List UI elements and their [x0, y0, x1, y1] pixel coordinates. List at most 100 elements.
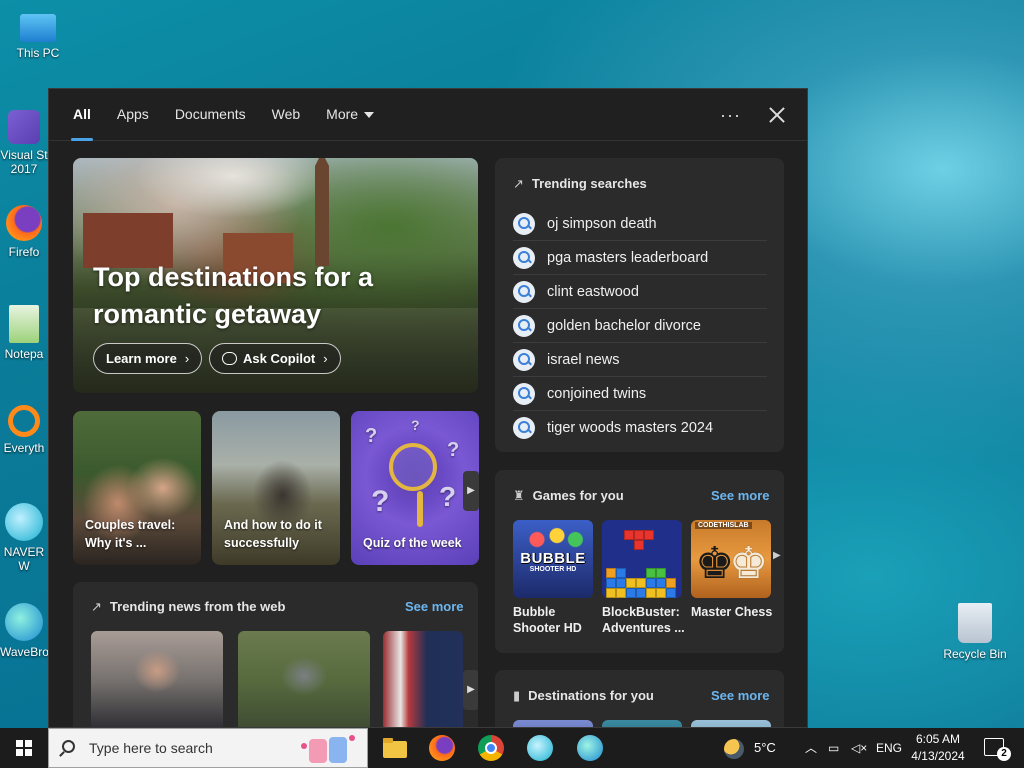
search-icon [513, 315, 535, 337]
trending-search-label: israel news [547, 352, 620, 368]
game-name[interactable]: Master Chess [691, 604, 775, 620]
desktop-icon-everything[interactable]: Everyth [0, 405, 48, 455]
news-thumbnail[interactable] [383, 631, 463, 727]
chrome-icon[interactable] [478, 735, 504, 761]
tab-documents[interactable]: Documents [175, 89, 246, 141]
start-button[interactable] [0, 728, 48, 768]
destinations-see-more[interactable]: See more [711, 688, 770, 703]
game-block [634, 540, 644, 550]
trending-search-label: conjoined twins [547, 386, 647, 402]
volume-muted-icon[interactable]: ◁× [851, 728, 867, 768]
desktop-icon-recycle-bin[interactable]: Recycle Bin [937, 603, 1013, 661]
trending-search-item[interactable]: tiger woods masters 2024 [513, 411, 767, 445]
game-block [616, 578, 626, 588]
game-block [634, 530, 644, 540]
game-name[interactable]: BlockBuster: Adventures ... [602, 604, 686, 636]
desktop-icon-naver-whale[interactable]: NAVER W [0, 503, 48, 573]
game-block [606, 568, 616, 578]
desktop-icon-notepad[interactable]: Notepa [0, 305, 48, 361]
trending-news-title: Trending news from the web [109, 599, 286, 614]
game-block [646, 578, 656, 588]
chat-bubble-icon [222, 352, 237, 365]
game-thumbnail-master-chess[interactable]: CODETHISLAB ♚ ♚ [691, 520, 771, 598]
game-block [636, 588, 646, 598]
story-card-couples-travel[interactable]: Couples travel: Why it's ... [73, 411, 201, 565]
game-block [624, 530, 634, 540]
news-thumbnail[interactable] [238, 631, 370, 727]
trending-searches-header: ↗ Trending searches [513, 176, 647, 192]
show-hidden-icons-icon[interactable]: ︿ [805, 728, 817, 768]
search-icon [513, 383, 535, 405]
trending-search-item[interactable]: pga masters leaderboard [513, 241, 767, 275]
destination-thumbnail[interactable] [602, 720, 682, 727]
hero-card[interactable]: Top destinations for a romantic getaway … [73, 158, 478, 393]
game-name[interactable]: Bubble Shooter HD [513, 604, 597, 636]
question-mark-icon: ? [447, 439, 460, 461]
games-see-more[interactable]: See more [711, 488, 770, 503]
trending-search-item[interactable]: golden bachelor divorce [513, 309, 767, 343]
tab-all[interactable]: All [71, 89, 93, 141]
game-publisher-tag: CODETHISLAB [695, 522, 752, 529]
wavebrowser-icon[interactable] [577, 735, 603, 761]
game-block [656, 578, 666, 588]
desktop-icon-wavebrowser[interactable]: WaveBro [0, 603, 48, 659]
taskbar-search-placeholder: Type here to search [89, 740, 213, 756]
news-thumbnail[interactable] [91, 631, 223, 727]
close-icon[interactable] [769, 107, 785, 123]
language-indicator[interactable]: ENG [876, 728, 902, 768]
games-header: ♜ Games for you [513, 488, 624, 504]
search-icon [513, 213, 535, 235]
desktop-icon-visual-studio[interactable]: Visual St 2017 [0, 110, 48, 176]
network-icon[interactable]: ▭ [828, 728, 839, 768]
trending-search-item[interactable]: oj simpson death [513, 207, 767, 241]
game-thumbnail-bubble-shooter[interactable]: BUBBLE SHOOTER HD [513, 520, 593, 598]
destinations-header: ▮ Destinations for you [513, 688, 654, 704]
trending-search-item[interactable]: israel news [513, 343, 767, 377]
notification-center-icon[interactable]: 2 [984, 738, 1011, 761]
chevron-right-icon[interactable]: ▶ [463, 670, 478, 710]
tab-more[interactable]: More [326, 89, 375, 141]
desktop-icon-label: Firefo [8, 245, 40, 259]
story-card-how-to[interactable]: And how to do it successfully [212, 411, 340, 565]
chevron-right-icon[interactable]: ▶ [773, 550, 781, 561]
trending-search-label: clint eastwood [547, 284, 639, 300]
destination-thumbnail[interactable] [513, 720, 593, 727]
taskbar-search-box[interactable]: Type here to search [48, 728, 368, 768]
clock[interactable]: 6:05 AM 4/13/2024 [900, 731, 976, 765]
trending-search-item[interactable]: clint eastwood [513, 275, 767, 309]
game-thumbnail-blockbuster[interactable] [602, 520, 682, 598]
chess-piece-icon: ♜ [513, 488, 525, 503]
ask-copilot-label: Ask Copilot [243, 351, 316, 366]
destination-thumbnail[interactable] [691, 720, 771, 727]
games-section: ♜ Games for you See more BUBBLE SHOOTER H… [495, 470, 784, 653]
desktop-icon-this-pc[interactable]: This PC [0, 10, 76, 60]
firefox-icon[interactable] [429, 735, 455, 761]
ask-copilot-button[interactable]: Ask Copilot › [209, 343, 341, 374]
clock-time: 6:05 AM [915, 732, 961, 746]
games-title: Games for you [532, 488, 624, 503]
weather-widget[interactable]: 5°C [724, 728, 776, 768]
desktop-icon-firefox[interactable]: Firefo [0, 205, 48, 259]
file-explorer-icon[interactable] [380, 733, 410, 763]
naver-whale-icon[interactable] [527, 735, 553, 761]
destinations-title: Destinations for you [528, 688, 654, 703]
notification-count: 2 [997, 747, 1011, 761]
tab-more-label: More [326, 105, 359, 122]
game-block [626, 578, 636, 588]
question-mark-icon: ? [411, 417, 420, 433]
trending-news-see-more[interactable]: See more [405, 599, 464, 614]
hero-title: Top destinations for a romantic getaway [93, 262, 374, 329]
game-block [646, 588, 656, 598]
trending-icon: ↗ [513, 176, 524, 191]
chevron-right-icon: › [323, 351, 328, 366]
chevron-right-icon[interactable]: ▶ [463, 471, 479, 511]
notepad-icon [9, 305, 39, 343]
trending-search-item[interactable]: conjoined twins [513, 377, 767, 411]
trending-news-header: ↗ Trending news from the web [91, 599, 285, 615]
story-card-quiz[interactable]: ? ? ? ? ? Quiz of the week [351, 411, 479, 565]
more-options-icon[interactable]: ··· [720, 105, 741, 126]
story-card-caption: And how to do it successfully [224, 518, 322, 550]
learn-more-button[interactable]: Learn more › [93, 343, 203, 374]
tab-apps[interactable]: Apps [117, 89, 149, 141]
tab-web[interactable]: Web [272, 89, 301, 141]
